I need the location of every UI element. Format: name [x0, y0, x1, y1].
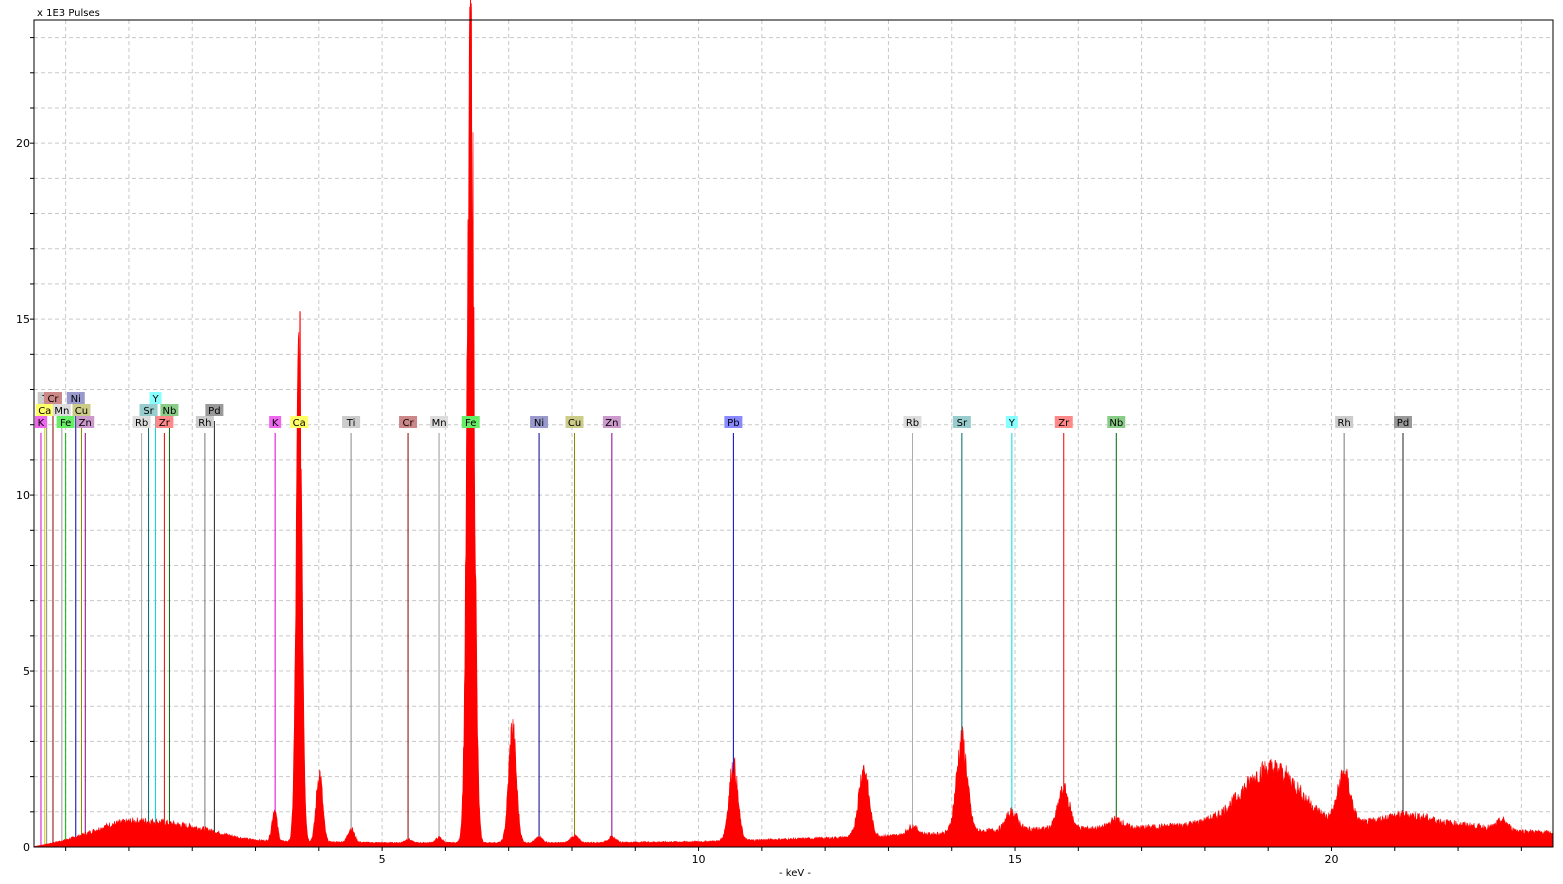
marker-label-pd: Pd [1393, 416, 1412, 429]
x-tick-label: 15 [1008, 853, 1022, 866]
marker-label-mn: Mn [430, 416, 449, 429]
marker-label-text: Mn [432, 418, 447, 429]
marker-label-text: Ca [38, 406, 51, 417]
marker-label-text: K [272, 418, 279, 429]
marker-label-rb: Rb [132, 416, 151, 429]
marker-label-zn: Zn [76, 416, 95, 429]
x-tick-label: 10 [692, 853, 706, 866]
marker-label-rh: Rh [195, 416, 214, 429]
spectrum-chart: 5 10 15 20 0 5 10 15 20 K Ca Ti Cr Mn Fe Ni Cu Zn Pb Rb Sr Y… [0, 0, 1563, 880]
marker-label-zr: Zr [1054, 416, 1073, 429]
y-tick-label: 15 [16, 313, 30, 326]
marker-label-text: Nb [163, 406, 177, 417]
x-tick-label: 5 [379, 853, 386, 866]
marker-label-text: Fe [465, 418, 476, 429]
marker-label-mn: Mn [52, 404, 71, 417]
marker-label-ni: Ni [530, 416, 549, 429]
marker-label-k: K [269, 416, 282, 429]
marker-label-cr: Cr [399, 416, 418, 429]
marker-label-text: Ca [293, 418, 306, 429]
marker-label-text: Mn [54, 406, 69, 417]
x-axis-label: - keV - [779, 868, 811, 879]
marker-label-cu: Cu [72, 404, 91, 417]
marker-label-ca: Ca [35, 404, 54, 417]
marker-label-text: Zr [1058, 418, 1070, 429]
marker-label-sr: Sr [952, 416, 971, 429]
marker-label-text: Cu [75, 406, 88, 417]
marker-label-y: Y [149, 392, 162, 405]
marker-label-text: Rb [906, 418, 919, 429]
marker-label-text: Sr [957, 418, 968, 429]
marker-label-rh: Rh [1335, 416, 1354, 429]
y-tick-label: 0 [23, 841, 30, 854]
marker-label-ca: Ca [290, 416, 309, 429]
marker-label-text: Pb [727, 418, 739, 429]
marker-label-text: Ni [534, 418, 544, 429]
marker-label-text: Pd [208, 406, 220, 417]
marker-label-text: Zn [79, 418, 92, 429]
marker-label-k: K [34, 416, 47, 429]
marker-label-text: K [38, 418, 45, 429]
marker-label-ti: Ti [342, 416, 361, 429]
marker-label-text: Fe [60, 418, 71, 429]
marker-label-text: Pd [1397, 418, 1409, 429]
marker-label-nb: Nb [1107, 416, 1126, 429]
marker-label-text: Ti [346, 418, 356, 429]
marker-label-text: Rb [135, 418, 148, 429]
marker-label-text: Cr [47, 394, 59, 405]
marker-label-cr: Cr [43, 392, 62, 405]
marker-label-zr: Zr [155, 416, 174, 429]
marker-label-ni: Ni [66, 392, 85, 405]
y-tick-label: 5 [23, 665, 30, 678]
marker-label-text: Ni [71, 394, 81, 405]
marker-label-text: Zr [159, 418, 171, 429]
marker-label-text: Cu [568, 418, 581, 429]
marker-label-text: Sr [143, 406, 154, 417]
y-tick-label: 20 [16, 137, 30, 150]
marker-label-text: Nb [1109, 418, 1123, 429]
marker-label-fe: Fe [461, 416, 480, 429]
marker-label-zn: Zn [602, 416, 621, 429]
y-axis-label: x 1E3 Pulses [37, 8, 100, 19]
marker-label-text: Zn [605, 418, 618, 429]
y-tick-label: 10 [16, 489, 30, 502]
marker-label-sr: Sr [139, 404, 158, 417]
x-tick-label: 20 [1324, 853, 1338, 866]
marker-label-y: Y [1005, 416, 1018, 429]
marker-label-text: Rh [198, 418, 211, 429]
marker-label-nb: Nb [160, 404, 179, 417]
marker-label-pb: Pb [724, 416, 743, 429]
marker-label-pd: Pd [205, 404, 224, 417]
marker-label-text: Rh [1337, 418, 1350, 429]
marker-label-text: Cr [403, 418, 415, 429]
marker-label-text: Y [1008, 418, 1016, 429]
marker-label-fe: Fe [56, 416, 75, 429]
marker-label-rb: Rb [903, 416, 922, 429]
marker-label-text: Y [151, 394, 159, 405]
marker-label-cu: Cu [565, 416, 584, 429]
spectrum-plot: 5 10 15 2005101520 K Ca Ti Cr Mn Fe Ni Cu Zn Pb Rb Sr Y… [0, 0, 1563, 880]
